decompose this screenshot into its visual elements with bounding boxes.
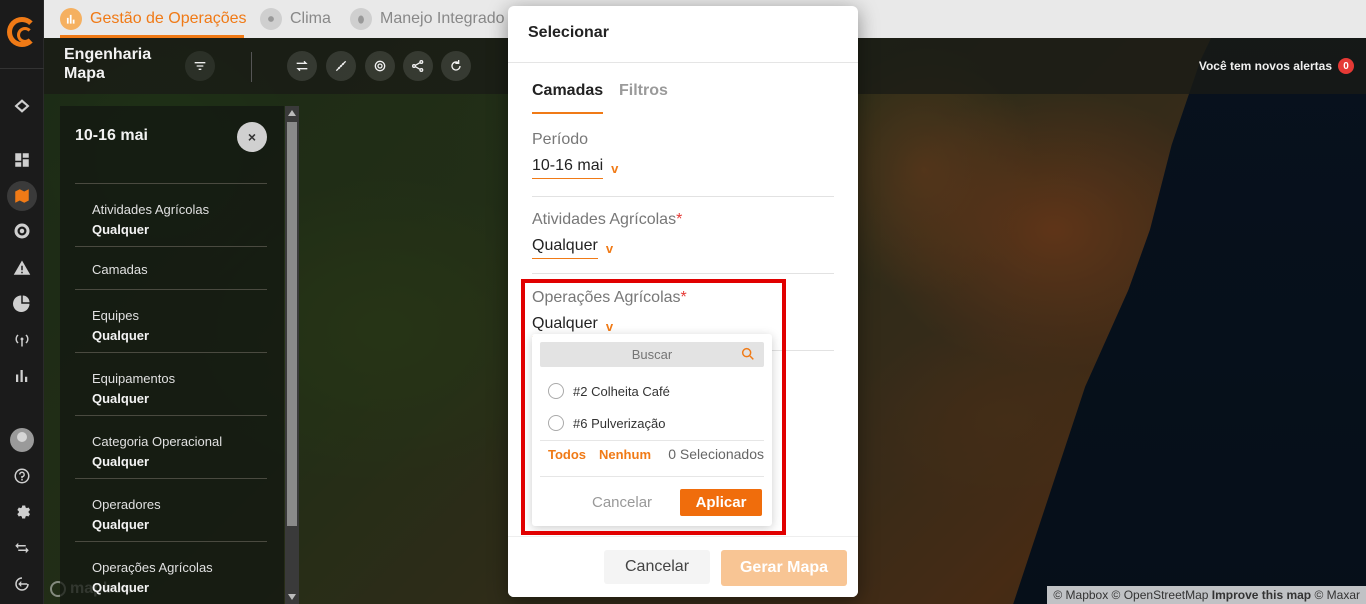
improve-map-link[interactable]: Improve this map [1212,588,1311,602]
panel-scrollbar[interactable] [285,106,299,604]
pie-chart-icon[interactable] [10,291,34,315]
search-icon[interactable] [740,346,756,362]
user-avatar[interactable] [10,428,34,452]
ruler-icon [335,60,347,72]
page-title: Engenharia Mapa [64,46,152,82]
map-attribution: © Mapbox © OpenStreetMap Improve this ma… [1047,586,1366,604]
apply-button[interactable]: Aplicar [680,489,762,516]
map-nav-icon[interactable] [7,181,37,211]
share-tool-button[interactable] [403,51,433,81]
tab-manejo-integrado[interactable]: Manejo Integrado [350,0,505,38]
filter-item-categoria[interactable]: Categoria Operacional Qualquer [75,415,267,478]
attribution-text: © Mapbox © OpenStreetMap [1053,588,1209,602]
chevron-down-icon: v [605,240,614,256]
alerts-indicator[interactable]: Você tem novos alertas 0 [1199,58,1354,74]
periodo-field: Período 10-16 mai v [532,131,618,179]
modal-footer: Cancelar Gerar Mapa [508,536,858,597]
filter-icon [194,62,206,70]
filter-button[interactable] [185,51,215,81]
filter-item-operadores[interactable]: Operadores Qualquer [75,478,267,541]
modal-title: Selecionar [528,24,609,41]
settings-icon[interactable] [10,500,34,524]
radio-button[interactable] [548,383,564,399]
help-icon[interactable] [10,464,34,488]
period-date: 10-16 mai [75,127,148,144]
tab-camadas[interactable]: Camadas [532,82,604,114]
refresh-icon [451,60,461,71]
chevron-down-icon: v [605,318,614,334]
filter-item-equipamentos[interactable]: Equipamentos Qualquer [75,352,267,415]
swap-icon [296,60,308,72]
tab-label: Manejo Integrado [380,10,505,27]
diamond-nav-icon[interactable] [10,94,34,118]
close-panel-button[interactable]: × [237,122,267,152]
dashboard-icon[interactable] [10,148,34,172]
scroll-thumb[interactable] [287,122,297,526]
scroll-up-arrow[interactable] [288,110,296,116]
bug-icon [350,8,372,30]
antenna-icon[interactable] [10,327,34,351]
option-colheita-cafe[interactable]: #2 Colheita Café [548,383,670,399]
atividades-select[interactable]: Qualquer v [532,237,682,259]
settings-tool-button[interactable] [365,51,395,81]
chevron-down-icon: v [611,160,619,176]
tab-gestao-operacoes[interactable]: Gestão de Operações [60,0,250,38]
attribution-maxar: © Maxar [1314,588,1360,602]
tab-filtros[interactable]: Filtros [619,82,668,100]
filter-item-operacoes[interactable]: Operações Agrícolas Qualquer [75,541,267,604]
select-modal: Selecionar Camadas Filtros Período 10-16… [508,6,858,597]
filter-summary-panel: 10-16 mai × Atividades Agrícolas Qualquer… [60,106,284,604]
share-icon [412,60,424,72]
gear-icon [374,60,386,72]
ruler-tool-button[interactable] [326,51,356,81]
left-rail [0,0,44,604]
bar-chart-icon[interactable] [10,364,34,388]
warning-icon[interactable] [10,256,34,280]
filter-list: Atividades Agrícolas Qualquer Camadas Equ… [75,183,267,604]
operacoes-field: Operações Agrícolas* Qualquer v [532,289,687,337]
filter-item-camadas[interactable]: Camadas [75,246,267,289]
scroll-down-arrow[interactable] [288,594,296,600]
target-icon[interactable] [10,219,34,243]
filter-item-equipes[interactable]: Equipes Qualquer [75,289,267,352]
operacoes-dropdown: #2 Colheita Café #6 Pulverização Todos N… [532,334,772,526]
chart-icon [60,8,82,30]
alerts-text: Você tem novos alertas [1198,59,1332,73]
dropdown-cancel-button[interactable]: Cancelar [592,494,652,511]
cancel-button[interactable]: Cancelar [604,550,710,584]
select-all-link[interactable]: Todos [548,447,586,462]
radio-button[interactable] [548,415,564,431]
periodo-select[interactable]: 10-16 mai v [532,157,618,179]
tab-label: Clima [290,10,331,27]
generate-map-button[interactable]: Gerar Mapa [721,550,847,586]
search-input[interactable] [540,342,764,367]
atividades-field: Atividades Agrícolas* Qualquer v [532,211,682,259]
option-pulverizacao[interactable]: #6 Pulverização [548,415,666,431]
tab-label: Gestão de Operações [90,10,247,27]
alerts-badge: 0 [1338,58,1354,74]
logout-icon[interactable] [10,572,34,596]
swap-icon[interactable] [10,536,34,560]
filter-item-atividades[interactable]: Atividades Agrícolas Qualquer [75,183,267,246]
refresh-tool-button[interactable] [441,51,471,81]
selected-count: 0 Selecionados [668,446,764,462]
swap-tool-button[interactable] [287,51,317,81]
select-none-link[interactable]: Nenhum [599,447,651,462]
sun-icon [260,8,282,30]
brand-logo[interactable] [7,17,37,47]
tab-clima[interactable]: Clima [260,0,331,38]
